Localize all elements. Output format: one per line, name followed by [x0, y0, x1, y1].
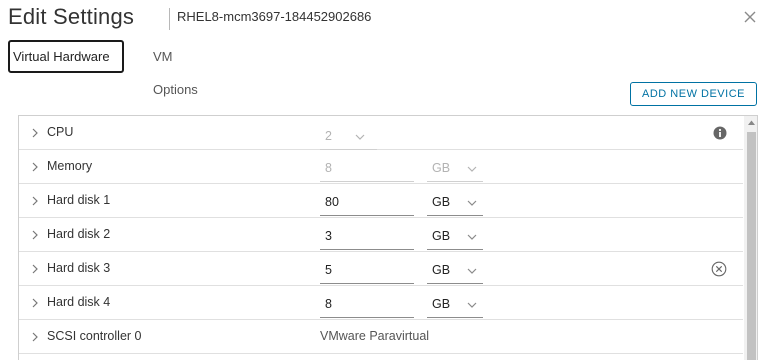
hard-disk-4-unit-value: GB: [432, 297, 451, 311]
chevron-right-icon[interactable]: [30, 263, 40, 275]
hard-disk-1-unit-value: GB: [432, 195, 451, 209]
tab-vm-options[interactable]: VM Options: [149, 40, 202, 97]
row-label-scsi-controller-0: SCSI controller 0: [47, 329, 142, 343]
cpu-count-value: 2: [325, 129, 332, 143]
add-new-device-button[interactable]: ADD NEW DEVICE: [630, 82, 757, 106]
remove-circle-icon[interactable]: [711, 261, 727, 277]
chevron-right-icon[interactable]: [30, 229, 40, 241]
chevron-right-icon[interactable]: [30, 331, 40, 343]
row-hard-disk-2[interactable]: Hard disk 2 3 GB: [19, 218, 743, 252]
chevron-down-icon: [467, 200, 477, 206]
row-label-hard-disk-1: Hard disk 1: [47, 193, 111, 207]
hard-disk-2-unit-value: GB: [432, 229, 451, 243]
hard-disk-3-size-input[interactable]: 5: [320, 256, 414, 284]
row-hard-disk-4[interactable]: Hard disk 4 8 GB: [19, 286, 743, 320]
hard-disk-3-unit-value: GB: [432, 263, 451, 277]
hard-disk-3-unit-select[interactable]: GB: [427, 256, 483, 284]
chevron-right-icon[interactable]: [30, 195, 40, 207]
row-label-hard-disk-2: Hard disk 2: [47, 227, 111, 241]
row-hard-disk-1[interactable]: Hard disk 1 80 GB: [19, 184, 743, 218]
memory-unit-select[interactable]: GB: [427, 154, 483, 182]
chevron-right-icon[interactable]: [30, 297, 40, 309]
memory-unit-value: GB: [432, 161, 451, 175]
chevron-down-icon: [467, 268, 477, 274]
chevron-right-icon[interactable]: [30, 127, 40, 139]
chevron-down-icon: [467, 234, 477, 240]
info-icon[interactable]: [713, 126, 727, 140]
scsi-controller-type: VMware Paravirtual: [320, 329, 430, 343]
vm-name: RHEL8-mcm3697-184452902686: [177, 9, 372, 24]
hard-disk-1-size-input[interactable]: 80: [320, 188, 414, 216]
row-label-cpu: CPU: [47, 125, 74, 139]
title-divider: [169, 8, 170, 30]
close-icon[interactable]: [740, 7, 760, 27]
tab-virtual-hardware[interactable]: Virtual Hardware: [8, 40, 124, 73]
cpu-count-select[interactable]: 2: [320, 122, 377, 150]
chevron-down-icon: [467, 302, 477, 308]
row-scsi-controller-0[interactable]: SCSI controller 0 VMware Paravirtual: [19, 320, 743, 354]
row-memory[interactable]: Memory 8 GB: [19, 150, 743, 184]
row-label-memory: Memory: [47, 159, 93, 173]
row-label-hard-disk-4: Hard disk 4: [47, 295, 111, 309]
dialog-title: Edit Settings: [8, 4, 135, 29]
vertical-scrollbar[interactable]: [744, 116, 757, 360]
scrollbar-thumb[interactable]: [747, 132, 756, 360]
hard-disk-1-unit-select[interactable]: GB: [427, 188, 483, 216]
hard-disk-2-size-input[interactable]: 3: [320, 222, 414, 250]
hardware-list: CPU 2 Memory 8 GB Hard disk 1 80 GB Hard…: [18, 115, 758, 360]
row-cpu[interactable]: CPU 2: [19, 116, 743, 150]
hard-disk-2-unit-select[interactable]: GB: [427, 222, 483, 250]
chevron-right-icon[interactable]: [30, 161, 40, 173]
row-hard-disk-3[interactable]: Hard disk 3 5 GB: [19, 252, 743, 286]
chevron-down-icon: [467, 166, 477, 172]
row-label-hard-disk-3: Hard disk 3: [47, 261, 111, 275]
chevron-down-icon: [355, 134, 365, 140]
hard-disk-4-size-input[interactable]: 8: [320, 290, 414, 318]
hard-disk-4-unit-select[interactable]: GB: [427, 290, 483, 318]
memory-size-input[interactable]: 8: [320, 154, 414, 182]
scroll-up-arrow-icon[interactable]: [747, 119, 756, 126]
dialog-header: Edit Settings RHEL8-mcm3697-184452902686: [8, 0, 768, 36]
